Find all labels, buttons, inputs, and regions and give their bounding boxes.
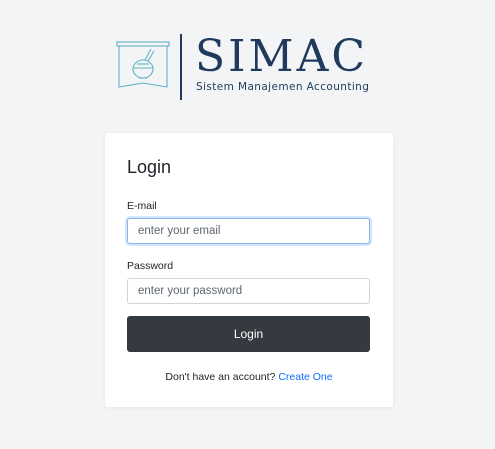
password-label: Password	[127, 260, 174, 272]
login-button[interactable]: Login	[127, 316, 370, 352]
email-label: E-mail	[127, 200, 157, 212]
email-field[interactable]	[127, 218, 370, 244]
login-title: Login	[127, 157, 172, 177]
brand-logo: SIMAC Sistem Manajemen Accounting	[115, 31, 395, 103]
brand-tagline: Sistem Manajemen Accounting	[196, 81, 370, 93]
signup-prompt: Don't have an account? Create One	[105, 371, 393, 383]
logo-divider	[180, 34, 182, 100]
brand-name: SIMAC	[195, 31, 369, 82]
shop-emblem-icon	[116, 41, 170, 88]
create-account-link[interactable]: Create One	[278, 371, 332, 383]
login-card: Login E-mail Password Login Don't have a…	[105, 133, 393, 407]
password-field[interactable]	[127, 278, 370, 304]
signup-prompt-text: Don't have an account?	[165, 371, 276, 383]
login-page: SIMAC Sistem Manajemen Accounting Login …	[0, 0, 495, 449]
